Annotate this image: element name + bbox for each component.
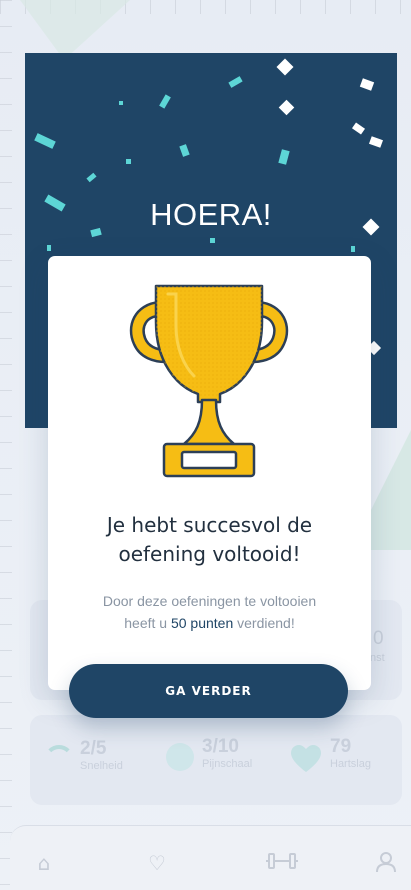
bottom-tab-bar: ⌂ ♡ <box>10 825 411 890</box>
stat-label: Hartslag <box>330 758 371 770</box>
stat-value: 3/10 <box>202 736 239 757</box>
confetti <box>119 101 123 105</box>
confetti <box>359 78 375 91</box>
background-stat-label: nst <box>370 652 385 664</box>
home-icon[interactable]: ⌂ <box>32 851 56 875</box>
heart-icon <box>291 745 321 772</box>
stat-value: 2/5 <box>80 738 107 759</box>
confetti <box>159 94 171 109</box>
confetti <box>351 122 366 135</box>
success-modal: Je hebt succesvol de oefening voltooid! … <box>48 256 371 690</box>
stat-label: Pijnschaal <box>202 758 253 770</box>
confetti <box>86 172 97 183</box>
celebration-title: HOERA! <box>150 197 272 232</box>
dumbbell-icon[interactable] <box>265 851 299 875</box>
continue-button[interactable]: GA VERDER <box>69 664 348 718</box>
confetti <box>368 136 384 148</box>
stat-label: Snelheid <box>80 760 123 772</box>
points-highlight: 50 punten <box>170 615 234 631</box>
confetti <box>179 144 190 157</box>
speed-gauge-icon <box>44 745 74 775</box>
confetti <box>34 133 56 149</box>
description-text: verdiend! <box>233 615 295 631</box>
confetti <box>278 149 290 165</box>
confetti <box>351 246 355 252</box>
background-stat-pain: 3/10 Pijnschaal <box>202 736 252 770</box>
profile-icon[interactable] <box>374 851 398 875</box>
stat-value: 79 <box>330 736 352 757</box>
success-description: Door deze oefeningen te voltooien heeft … <box>58 590 361 634</box>
pain-face-icon <box>166 743 194 771</box>
background-stat-speed: 2/5 Snelheid <box>80 738 123 772</box>
success-heading: Je hebt succesvol de oefening voltooid! <box>58 511 361 569</box>
confetti <box>228 76 243 88</box>
confetti <box>276 58 294 76</box>
heading-line: oefening voltooid! <box>118 542 301 566</box>
confetti <box>210 238 215 243</box>
confetti <box>47 245 51 251</box>
trophy-icon <box>129 284 289 478</box>
description-text: heeft u <box>124 615 171 631</box>
description-line: heeft u 50 punten verdiend! <box>58 612 361 634</box>
confetti <box>126 159 131 164</box>
confetti <box>278 99 295 116</box>
background-stat-heartrate: 79 Hartslag <box>330 736 371 770</box>
description-line: Door deze oefeningen te voltooien <box>102 593 317 609</box>
background-shape <box>20 0 130 60</box>
heading-line: Je hebt succesvol de <box>106 513 313 537</box>
ruler-left <box>0 0 12 890</box>
heart-pulse-icon[interactable]: ♡ <box>145 851 169 875</box>
background-stat-value: 0 <box>373 628 384 649</box>
